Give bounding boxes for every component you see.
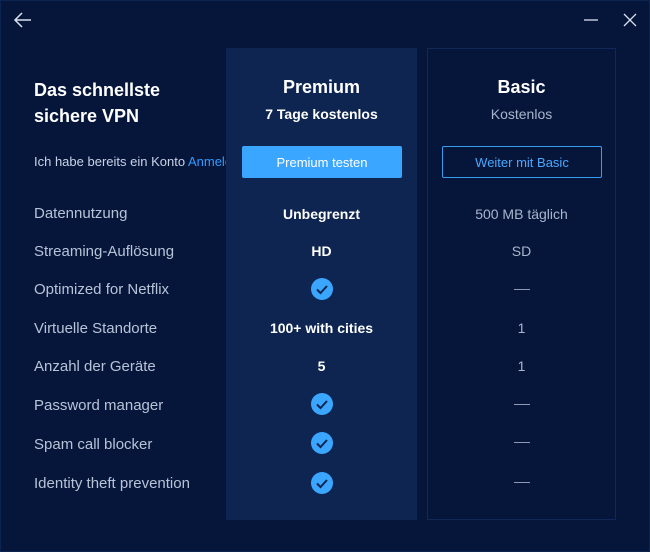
basic-value: 1: [517, 320, 526, 336]
check-icon: [311, 278, 333, 300]
basic-value: SD: [511, 243, 532, 259]
back-button[interactable]: [12, 10, 34, 30]
feature-label: Datennutzung: [34, 205, 128, 222]
close-button[interactable]: [619, 10, 641, 30]
premium-value: 100+ with cities: [269, 320, 374, 336]
close-icon: [623, 13, 637, 27]
feature-label: Spam call blocker: [34, 436, 153, 453]
try-premium-button[interactable]: Premium testen: [242, 146, 402, 178]
check-icon: [311, 432, 333, 454]
basic-plan-name: Basic: [497, 77, 546, 97]
feature-label: Optimized for Netflix: [34, 281, 170, 298]
login-row: Ich habe bereits ein Konto Anmelden: [34, 154, 226, 172]
basic-value: 500 MB täglich: [475, 206, 568, 222]
minimize-button[interactable]: [580, 10, 602, 30]
login-link[interactable]: Anmelden: [188, 154, 226, 169]
premium-value: 5: [317, 358, 326, 374]
minimize-icon: [584, 19, 598, 21]
dash-icon: [514, 442, 530, 443]
page-title: Das schnellste sichere VPN: [34, 77, 214, 129]
check-icon: [311, 393, 333, 415]
dash-icon: [514, 289, 530, 290]
feature-label: Password manager: [34, 397, 164, 414]
check-icon: [311, 472, 333, 494]
title-line-1: Das schnellste: [34, 80, 161, 100]
basic-plan-subtitle: Kostenlos: [490, 106, 553, 122]
premium-value: Unbegrenzt: [283, 206, 360, 222]
premium-plan-subtitle: 7 Tage kostenlos: [265, 106, 378, 122]
login-text: Ich habe bereits ein Konto: [34, 154, 186, 169]
feature-label: Streaming-Auflösung: [34, 243, 175, 260]
feature-label: Virtuelle Standorte: [34, 320, 158, 337]
feature-label: Identity theft prevention: [34, 475, 190, 492]
title-bar: [0, 0, 650, 40]
dash-icon: [514, 404, 530, 405]
title-line-2: sichere VPN: [34, 106, 140, 126]
basic-value: 1: [517, 358, 526, 374]
premium-value: HD: [311, 243, 332, 259]
continue-basic-button[interactable]: Weiter mit Basic: [442, 146, 602, 178]
premium-plan-name: Premium: [282, 77, 361, 97]
arrow-left-icon: [13, 12, 31, 28]
feature-label: Anzahl der Geräte: [34, 358, 156, 375]
dash-icon: [514, 482, 530, 483]
